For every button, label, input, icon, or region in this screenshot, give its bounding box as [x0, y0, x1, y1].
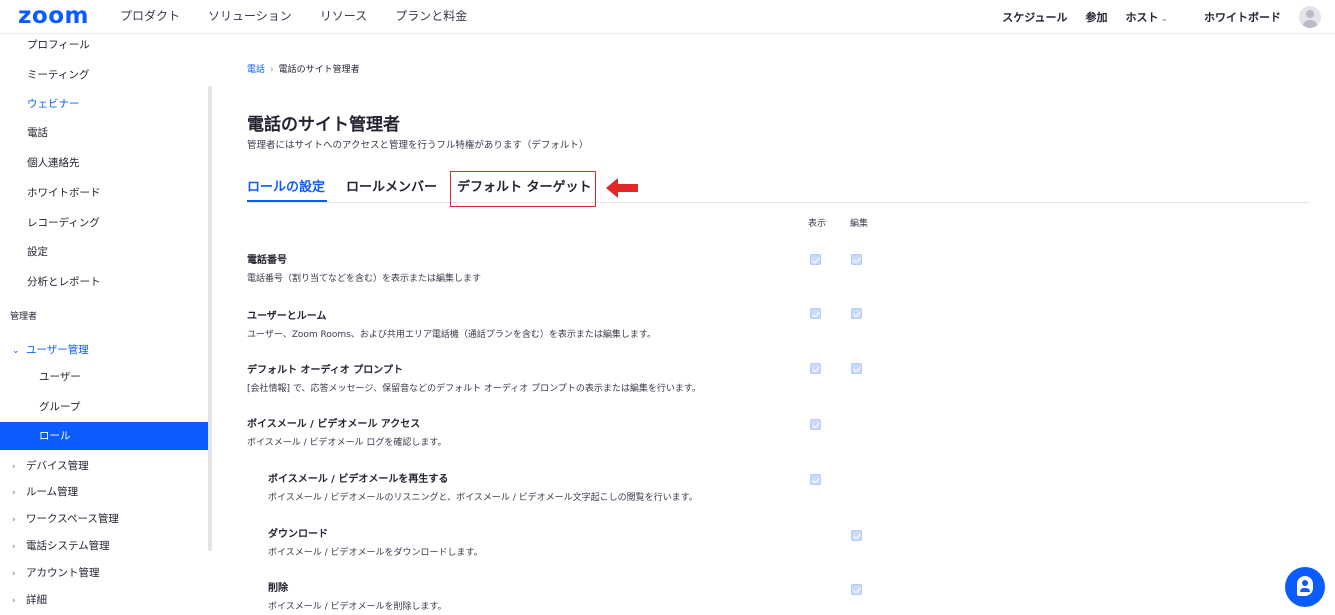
top-nav: zoom プロダクト ソリューション リソース プランと料金 スケジュール 参加…: [0, 0, 1335, 34]
tab-role-settings[interactable]: ロールの設定: [247, 176, 325, 195]
breadcrumb-current: 電話のサイト管理者: [278, 65, 360, 75]
tab-role-members[interactable]: ロールメンバー: [346, 176, 437, 195]
sidebar-item-account-management[interactable]: › アカウント管理: [0, 566, 209, 581]
sidebar-item-recording[interactable]: レコーディング: [0, 216, 209, 230]
breadcrumb-separator-icon: ›: [270, 65, 274, 75]
permission-description: 電話番号（割り当てなどを含む）を表示または編集します: [247, 274, 482, 284]
edit-checkbox[interactable]: [851, 254, 862, 265]
sidebar-item-label: ユーザー管理: [26, 344, 89, 356]
help-chat-button[interactable]: [1285, 567, 1325, 607]
sidebar: プロフィール ミーティング ウェビナー 電話 個人連絡先 ホワイトボード レコー…: [0, 34, 212, 615]
view-checkbox[interactable]: [810, 474, 821, 485]
sidebar-item-phone[interactable]: 電話: [0, 126, 209, 140]
sidebar-item-label: ワークスペース管理: [26, 513, 119, 525]
active-tab-indicator: [247, 200, 327, 202]
edit-checkbox[interactable]: [851, 308, 862, 319]
nav-products[interactable]: プロダクト: [120, 8, 180, 24]
sidebar-item-device-management[interactable]: › デバイス管理: [0, 459, 209, 474]
sidebar-item-profile[interactable]: プロフィール: [0, 38, 209, 52]
permission-description: ボイスメール / ビデオメールを削除します。: [268, 602, 447, 612]
sidebar-item-meeting[interactable]: ミーティング: [0, 68, 209, 82]
sidebar-item-user-management[interactable]: ⌄ ユーザー管理: [0, 343, 209, 358]
sidebar-item-workspace-management[interactable]: › ワークスペース管理: [0, 512, 209, 527]
sidebar-item-analytics[interactable]: 分析とレポート: [0, 275, 209, 289]
zoom-logo[interactable]: zoom: [18, 2, 89, 30]
permission-title: ユーザーとルーム: [247, 311, 327, 322]
permission-title: デフォルト オーディオ プロンプト: [247, 365, 403, 376]
avatar[interactable]: [1299, 6, 1321, 28]
sidebar-item-contacts[interactable]: 個人連絡先: [0, 156, 209, 170]
sidebar-item-label: デバイス管理: [26, 460, 89, 472]
edit-checkbox[interactable]: [851, 363, 862, 374]
sidebar-item-phone-system-management[interactable]: › 電話システム管理: [0, 539, 209, 554]
sidebar-item-settings[interactable]: 設定: [0, 245, 209, 259]
column-header-edit: 編集: [850, 219, 869, 229]
breadcrumb-phone-link[interactable]: 電話: [247, 65, 265, 75]
top-nav-left: プロダクト ソリューション リソース プランと料金: [120, 8, 495, 24]
page-title: 電話のサイト管理者: [247, 115, 400, 135]
permission-description: [会社情報] で、応答メッセージ、保留音などのデフォルト オーディオ プロンプト…: [247, 384, 701, 394]
nav-solutions[interactable]: ソリューション: [208, 8, 292, 24]
chevron-right-icon: ›: [12, 488, 16, 498]
permission-title: ダウンロード: [268, 529, 328, 540]
view-checkbox[interactable]: [810, 363, 821, 374]
column-header-view: 表示: [808, 219, 827, 229]
sidebar-item-webinar[interactable]: ウェビナー: [0, 97, 209, 111]
edit-checkbox[interactable]: [851, 584, 862, 595]
nav-host-label: ホスト: [1125, 11, 1159, 24]
chevron-right-icon: ›: [12, 542, 16, 552]
chevron-down-icon: ⌄: [12, 346, 20, 356]
permission-title: 削除: [268, 583, 288, 594]
main-content: 電話 › 電話のサイト管理者 電話のサイト管理者 管理者にはサイトへのアクセスと管理…: [247, 34, 1309, 615]
permission-description: ボイスメール / ビデオメール ログを確認します。: [247, 438, 447, 448]
sidebar-scrollbar[interactable]: [208, 86, 212, 551]
nav-pricing[interactable]: プランと料金: [395, 8, 467, 24]
permission-title: ボイスメール / ビデオメールを再生する: [268, 474, 449, 485]
nav-resources[interactable]: リソース: [320, 8, 367, 24]
sidebar-item-label: ルーム管理: [26, 486, 79, 498]
permission-title: ボイスメール / ビデオメール アクセス: [247, 419, 421, 430]
permission-description: ボイスメール / ビデオメールをダウンロードします。: [268, 548, 483, 558]
permission-description: ボイスメール / ビデオメールのリスニングと、ボイスメール / ビデオメール文字…: [268, 493, 698, 503]
permission-description: ユーザー、Zoom Rooms、および共用エリア電話機（通話プランを含む）を表示…: [247, 330, 656, 340]
sidebar-item-label: 電話システム管理: [26, 540, 110, 552]
sidebar-item-room-management[interactable]: › ルーム管理: [0, 485, 209, 500]
chevron-right-icon: ›: [12, 462, 16, 472]
view-checkbox[interactable]: [810, 419, 821, 430]
annotation-arrow-icon: [606, 178, 638, 198]
sidebar-item-advanced[interactable]: › 詳細: [0, 593, 209, 608]
view-checkbox[interactable]: [810, 308, 821, 319]
view-checkbox[interactable]: [810, 254, 821, 265]
chevron-right-icon: ›: [12, 515, 16, 525]
page-description: 管理者にはサイトへのアクセスと管理を行うフル特権があります（デフォルト）: [247, 140, 589, 151]
nav-join[interactable]: 参加: [1085, 9, 1107, 25]
top-nav-right: スケジュール 参加 ホスト ⌄ ホワイトボード: [1002, 0, 1335, 34]
chevron-down-icon: ⌄: [1160, 14, 1168, 24]
nav-host[interactable]: ホスト ⌄: [1125, 9, 1186, 25]
chevron-right-icon: ›: [12, 569, 16, 579]
chat-bot-icon: [1297, 576, 1313, 596]
nav-schedule[interactable]: スケジュール: [1002, 9, 1067, 25]
nav-whiteboard[interactable]: ホワイトボード: [1204, 9, 1281, 25]
edit-checkbox[interactable]: [851, 530, 862, 541]
sidebar-section-admin: 管理者: [10, 312, 38, 322]
sidebar-item-roles[interactable]: ロール: [0, 422, 209, 450]
sidebar-item-groups[interactable]: グループ: [0, 400, 209, 414]
sidebar-item-label: アカウント管理: [26, 567, 100, 579]
tab-bar: ロールの設定 ロールメンバー デフォルト ターゲット: [247, 172, 1309, 203]
chevron-right-icon: ›: [12, 596, 16, 606]
permission-title: 電話番号: [247, 255, 287, 266]
sidebar-item-label: 詳細: [26, 594, 47, 606]
annotation-highlight-box: [450, 171, 596, 207]
sidebar-item-whiteboard[interactable]: ホワイトボード: [0, 186, 209, 200]
breadcrumb: 電話 › 電話のサイト管理者: [247, 62, 360, 75]
sidebar-item-users[interactable]: ユーザー: [0, 370, 209, 384]
